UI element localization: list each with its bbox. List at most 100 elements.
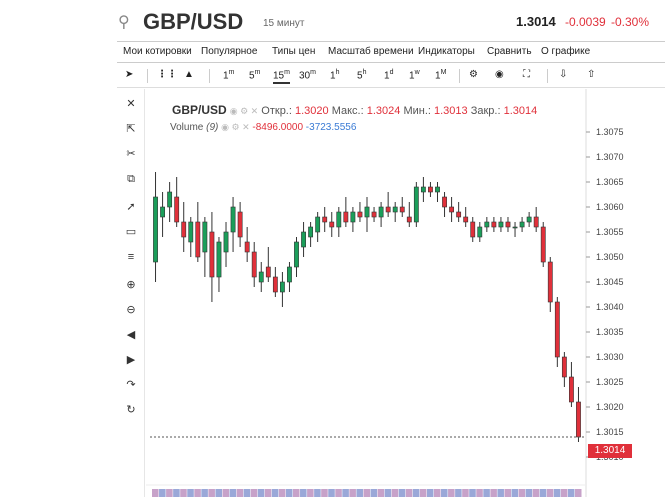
interval-5m[interactable]: 5m	[249, 69, 260, 81]
legend-open-value: 1.3020	[294, 105, 329, 117]
volume-bar	[539, 489, 547, 497]
scissors-icon[interactable]: ✂	[124, 147, 138, 161]
candle-body	[554, 301, 560, 358]
interval-1h[interactable]: 1h	[330, 69, 339, 81]
candle-body	[498, 221, 504, 228]
chart-toolbar: ➤ ⋮⋮ ▲ 1m 5m 15m 30m 1h 5h 1d 1w 1M ⚙ ◉ …	[117, 64, 665, 88]
last-price: 1.3014	[516, 14, 556, 29]
menu-time-scale[interactable]: Масштаб времени	[328, 46, 414, 57]
volume-bar	[433, 489, 441, 497]
volume-bar	[370, 489, 378, 497]
menu-compare[interactable]: Сравнить	[487, 46, 532, 57]
price-axis-tick: 1.3025	[596, 377, 624, 387]
volume-bar	[152, 489, 159, 497]
candle-body	[371, 211, 377, 218]
candle-body	[463, 216, 469, 223]
volume-bar	[419, 489, 427, 497]
volume-bar	[441, 489, 448, 497]
menu-popular[interactable]: Популярное	[201, 46, 257, 57]
settings-gear-icon[interactable]: ⚙	[469, 69, 478, 80]
horizontal-lines-icon[interactable]: ≡	[124, 250, 138, 264]
candle-body	[449, 206, 455, 213]
volume-bar	[201, 489, 208, 497]
zoom-in-icon[interactable]: ⊕	[124, 278, 138, 292]
interval-unit: m	[310, 69, 316, 76]
price-change-pct: -0.30%	[611, 15, 650, 29]
menu-price-types[interactable]: Типы цен	[272, 46, 315, 57]
interval-30m[interactable]: 30m	[299, 69, 316, 81]
scroll-right-icon[interactable]: ▶	[124, 353, 138, 367]
volume-bar	[250, 489, 258, 497]
eye-icon[interactable]: ◉ ⚙ ✕	[230, 106, 258, 116]
camera-icon[interactable]: ◉	[495, 69, 504, 80]
volume-bar	[525, 489, 533, 497]
volume-bar	[504, 489, 512, 497]
candle-body	[547, 261, 553, 303]
download-icon[interactable]: ⇩	[559, 69, 567, 80]
interval-1w[interactable]: 1w	[409, 69, 420, 81]
price-axis-tick: 1.3020	[596, 402, 624, 412]
candle-body	[237, 211, 243, 238]
area-chart-icon[interactable]: ▲	[184, 69, 194, 80]
interval-15m[interactable]: 15m	[273, 69, 290, 85]
interval-1m[interactable]: 1m	[223, 69, 234, 81]
menu-my-quotes[interactable]: Мои котировки	[123, 46, 192, 57]
candle-body	[470, 221, 476, 238]
price-axis-tick: 1.3015	[596, 427, 624, 437]
volume-bar	[222, 489, 230, 497]
candle-body	[329, 221, 335, 228]
candle-body	[350, 211, 356, 223]
copy-icon[interactable]: ⧉	[124, 172, 138, 186]
candle-body	[153, 196, 158, 263]
volume-period: (9)	[206, 122, 219, 133]
candle-body	[392, 206, 398, 213]
close-icon[interactable]: ✕	[124, 97, 138, 111]
volume-bar	[166, 489, 173, 497]
candle-body	[512, 226, 518, 229]
candles-chart-icon[interactable]: ⋮⋮	[157, 69, 177, 80]
zoom-reset-icon[interactable]: ↻	[124, 403, 138, 417]
zoom-out-icon[interactable]: ⊖	[124, 303, 138, 317]
interval-1M[interactable]: 1M	[435, 69, 446, 81]
menu-about-chart[interactable]: О графике	[541, 46, 590, 57]
rectangle-icon[interactable]: ▭	[124, 225, 138, 239]
candle-body	[209, 231, 215, 278]
legend-low-value: 1.3013	[434, 105, 468, 117]
candle-body	[216, 241, 222, 278]
volume-bar	[546, 489, 554, 497]
candle-body	[202, 221, 208, 253]
interval-label: 15 минут	[263, 18, 305, 29]
volume-bar	[511, 489, 519, 497]
volume-label: Volume	[170, 122, 204, 133]
price-axis-tick: 1.3045	[596, 277, 624, 287]
menu-indicators[interactable]: Индикаторы	[418, 46, 475, 57]
volume-bar	[236, 489, 244, 497]
price-axis-tick: 1.3075	[596, 127, 624, 137]
candlestick-chart[interactable]: 1.3075 1.3070 1.3065 1.3060 1.3055 1.3050 1.30…	[146, 89, 665, 497]
candle-body	[533, 216, 539, 228]
volume-value-1: -8496.0000	[252, 122, 304, 133]
interval-unit: m	[284, 69, 290, 76]
interval-5h[interactable]: 5h	[357, 69, 366, 81]
volume-bar	[328, 489, 335, 497]
volume-bar	[567, 489, 575, 497]
candle-body	[442, 196, 447, 208]
upload-icon[interactable]: ⇧	[587, 69, 595, 80]
volume-bar	[391, 489, 399, 497]
candle-body	[385, 206, 391, 213]
cursor-select-icon[interactable]: ⇱	[124, 122, 138, 136]
price-axis-tick: 1.3065	[596, 177, 624, 187]
volume-bar	[363, 489, 371, 497]
symbol-title: GBP/USD	[143, 9, 244, 34]
trendline-icon[interactable]: ➚	[124, 200, 138, 214]
search-icon[interactable]: ⚲	[118, 12, 130, 32]
scroll-left-icon[interactable]: ◀	[124, 328, 138, 342]
drawing-tools-panel: ✕ ⇱ ✂ ⧉ ➚ ▭ ≡ ⊕ ⊖ ◀ ▶ ↷ ↻	[117, 89, 145, 497]
fullscreen-icon[interactable]: ⛶	[523, 69, 530, 80]
cursor-icon[interactable]: ➤	[125, 69, 133, 80]
eye-icon[interactable]: ◉ ⚙ ✕	[221, 122, 249, 132]
volume-bar	[159, 489, 166, 497]
zoom-forward-icon[interactable]: ↷	[124, 378, 138, 392]
interval-1d[interactable]: 1d	[384, 69, 393, 81]
candle-body	[294, 241, 299, 268]
